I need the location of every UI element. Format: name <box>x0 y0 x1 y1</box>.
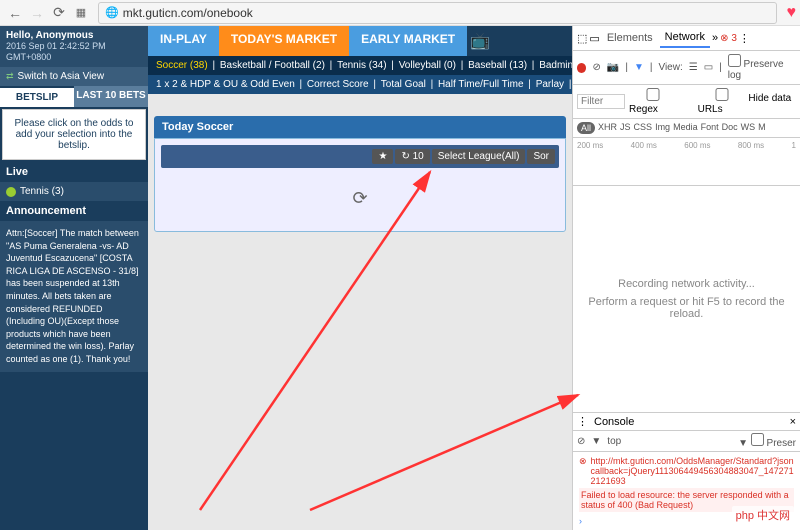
today-soccer-head: Today Soccer <box>154 116 566 138</box>
reload-button[interactable]: ⟳ <box>48 2 70 24</box>
tennis-icon <box>6 187 16 197</box>
tab-early-market[interactable]: EARLY MARKET <box>349 26 467 56</box>
devtools-error-count[interactable]: ⊗ 3 <box>720 33 737 44</box>
recording-message: Recording network activity... Perform a … <box>573 186 800 412</box>
record-button[interactable] <box>577 63 586 73</box>
sport-tennis[interactable]: Tennis (34) <box>337 60 386 71</box>
filter-icon[interactable]: ▼ <box>634 62 644 73</box>
sport-badminton[interactable]: Badminton (0) <box>539 60 572 71</box>
filter-star[interactable]: ★ <box>372 149 393 164</box>
error-icon: ⊗ <box>579 456 587 486</box>
timeline: 200 ms400 ms600 ms800 ms1 <box>573 138 800 186</box>
devtools-menu-icon[interactable]: ⋮ <box>739 32 750 45</box>
type-doc[interactable]: Doc <box>722 122 738 134</box>
asia-label: Switch to Asia View <box>18 71 105 82</box>
devtools-tab-network[interactable]: Network <box>660 28 710 48</box>
filter-league[interactable]: Select League(All) <box>432 149 526 164</box>
view-list-icon[interactable]: ☰ <box>689 62 698 73</box>
sport-basketball[interactable]: Basketball / Football (2) <box>220 60 325 71</box>
live-tennis-label: Tennis (3) <box>20 186 64 197</box>
type-font[interactable]: Font <box>701 122 719 134</box>
preserve-log[interactable]: Preserve log <box>728 54 796 81</box>
bt-tg[interactable]: Total Goal <box>381 79 426 90</box>
tab-last10bets[interactable]: LAST 10 BETS <box>74 86 148 107</box>
sport-volleyball[interactable]: Volleyball (0) <box>399 60 456 71</box>
globe-icon: 🌐 <box>105 6 119 19</box>
betslip-hint: Please click on the odds to add your sel… <box>2 109 146 160</box>
type-xhr[interactable]: XHR <box>598 122 617 134</box>
clear-icon[interactable]: ⊘ <box>592 62 600 73</box>
sport-nav: Soccer (38) | Basketball / Football (2) … <box>148 56 572 75</box>
live-tennis[interactable]: Tennis (3) <box>0 182 148 201</box>
apps-button[interactable]: ▦ <box>70 2 92 24</box>
type-ws[interactable]: WS <box>741 122 756 134</box>
filter-refresh[interactable]: ↻ 10 <box>395 149 429 164</box>
console-clear-icon[interactable]: ⊘ <box>577 436 585 447</box>
switch-icon: ⇄ <box>6 71 14 82</box>
loading-spinner: ⟳ <box>155 174 565 223</box>
filter-sort[interactable]: Sor <box>527 149 555 164</box>
sport-baseball[interactable]: Baseball (13) <box>468 60 527 71</box>
view-label: View: <box>658 62 682 73</box>
devtools-panel: ⬚ ▭ Elements Network » ⊗ 3 ⋮ ⊘ 📷 | ▼ | V… <box>572 26 800 530</box>
devtools-inspect-icon[interactable]: ⬚ <box>577 32 587 45</box>
url-bar[interactable]: 🌐 mkt.guticn.com/onebook <box>98 2 777 24</box>
type-img[interactable]: Img <box>655 122 670 134</box>
back-button[interactable]: ← <box>4 2 26 24</box>
console-menu-icon[interactable]: ⋮ <box>577 415 588 428</box>
heart-icon[interactable]: ♥ <box>787 4 797 22</box>
url-text: mkt.guticn.com/onebook <box>123 6 253 20</box>
view-frame-icon[interactable]: ▭ <box>704 62 713 73</box>
tab-betslip[interactable]: BETSLIP <box>0 86 74 107</box>
hide-data-checkbox[interactable]: Hide data URLs <box>698 88 796 115</box>
type-media[interactable]: Media <box>673 122 698 134</box>
devtools-tab-elements[interactable]: Elements <box>602 29 658 47</box>
type-css[interactable]: CSS <box>634 122 653 134</box>
bt-hdp[interactable]: 1 x 2 & HDP & OU & Odd Even <box>156 79 295 90</box>
console-filter-icon[interactable]: ▼ <box>591 436 601 447</box>
type-all[interactable]: All <box>577 122 595 134</box>
devtools-more-icon[interactable]: » <box>712 32 718 44</box>
user-greeting: Hello, Anonymous 2016 Sep 01 2:42:52 PM … <box>0 26 148 67</box>
type-m[interactable]: M <box>758 122 766 134</box>
tab-inplay[interactable]: IN-PLAY <box>148 26 219 56</box>
regex-checkbox[interactable]: Regex <box>629 88 694 115</box>
devtools-device-icon[interactable]: ▭ <box>589 32 599 45</box>
bt-cs[interactable]: Correct Score <box>307 79 369 90</box>
watermark: php 中文网 <box>732 506 794 524</box>
announcement-head: Announcement <box>0 201 148 221</box>
camera-icon[interactable]: 📷 <box>607 62 619 73</box>
bt-parlay[interactable]: Parlay <box>536 79 564 90</box>
type-js[interactable]: JS <box>620 122 631 134</box>
console-close-icon[interactable]: × <box>790 416 796 428</box>
console-tab[interactable]: Console <box>594 416 634 428</box>
announcement-body: Attn:[Soccer] The match between "AS Puma… <box>0 221 148 372</box>
bt-htft[interactable]: Half Time/Full Time <box>438 79 524 90</box>
devtools-filter-input[interactable] <box>577 94 625 109</box>
console-context[interactable]: top <box>607 436 621 447</box>
live-head: Live <box>0 162 148 182</box>
tv-icon[interactable]: 📺 <box>467 26 493 56</box>
console-error: ⊗ http://mkt.guticn.com/OddsManager/Stan… <box>579 456 794 486</box>
forward-button[interactable]: → <box>26 2 48 24</box>
console-preserve[interactable]: Preser <box>751 438 796 449</box>
tab-todays-market[interactable]: TODAY'S MARKET <box>219 26 349 56</box>
bet-type-nav: 1 x 2 & HDP & OU & Odd Even | Correct Sc… <box>148 75 572 94</box>
sport-soccer[interactable]: Soccer (38) <box>156 60 208 71</box>
switch-asia-view[interactable]: ⇄ Switch to Asia View <box>0 67 148 86</box>
